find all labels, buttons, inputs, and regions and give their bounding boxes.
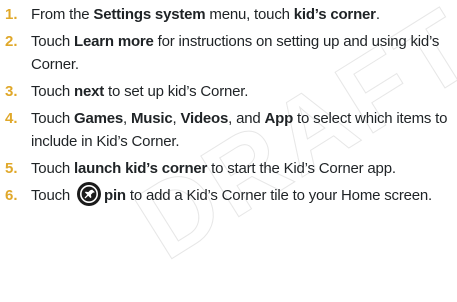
step-number: 6. [5,187,18,204]
option-name: Music [130,110,173,127]
option-name: Videos [180,110,229,127]
step-1: 1. From the Settings system menu, touch … [0,3,457,26]
option-name: launch kid’s corner [74,160,208,177]
menu-name: Settings system [93,6,206,23]
step-5: 5. Touch launch kid’s corner to start th… [0,157,457,180]
step-3: 3. Touch next to set up kid’s Corner. [0,80,457,103]
step-text: Touch Learn more for instructions on set… [31,33,440,73]
step-text: Touch next to set up kid’s Corner. [31,83,249,100]
option-name: Games [74,110,124,127]
instruction-steps: 1. From the Settings system menu, touch … [0,3,457,207]
step-number: 5. [5,160,18,177]
step-4: 4. Touch Games, Music, Videos, and App t… [0,107,457,153]
pin-icon [76,181,102,207]
option-name: kid’s corner [293,6,376,23]
option-name: App [264,110,294,127]
step-6: 6. Touch pin to add a Kid’s Corner tile … [0,181,457,207]
step-text: Touch launch kid’s corner to start the K… [31,160,396,177]
option-name: Learn more [74,33,154,50]
step-text: Touch Games, Music, Videos, and App to s… [31,110,448,150]
step-number: 1. [5,6,18,23]
step-2: 2. Touch Learn more for instructions on … [0,30,457,76]
option-name: pin [104,187,126,204]
step-number: 2. [5,33,18,50]
step-text: Touch pin to add a Kid’s Corner tile to … [31,181,457,207]
step-number: 3. [5,83,18,100]
step-text: From the Settings system menu, touch kid… [31,6,380,23]
step-number: 4. [5,110,18,127]
option-name: next [74,83,105,100]
